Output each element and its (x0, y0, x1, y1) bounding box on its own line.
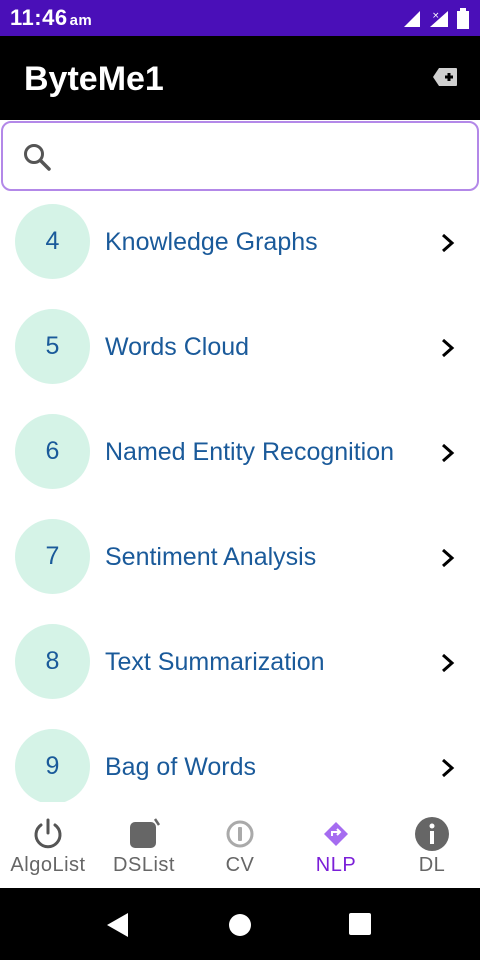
system-nav-bar (0, 888, 480, 960)
info-icon (415, 817, 449, 851)
nav-item-nlp[interactable]: NLP (288, 802, 384, 888)
status-time-value: 11:46 (10, 5, 68, 30)
chevron-right-icon (442, 548, 455, 568)
power-icon (34, 818, 62, 849)
list-item[interactable]: 6 Named Entity Recognition (0, 402, 480, 507)
battery-icon (457, 8, 469, 29)
app-title: ByteMe1 (24, 60, 164, 98)
backspace-plus-icon[interactable] (432, 66, 458, 88)
item-number-badge: 7 (15, 519, 90, 594)
list-item[interactable]: 8 Text Summarization (0, 612, 480, 717)
nav-label-algolist: AlgoList (10, 854, 86, 876)
item-label: Text Summarization (105, 648, 325, 676)
item-number-badge: 9 (15, 729, 90, 802)
back-icon[interactable] (106, 912, 130, 938)
item-number-badge: 8 (15, 624, 90, 699)
nav-label-dslist: DSList (113, 854, 175, 876)
nav-label-cv: CV (225, 854, 255, 876)
nav-item-algolist[interactable]: AlgoList (0, 802, 96, 888)
search-box[interactable] (1, 121, 479, 191)
status-time-ampm: am (69, 12, 93, 29)
topic-list: 4 Knowledge Graphs 5 Words Cloud 6 Named… (0, 192, 480, 802)
item-number-badge: 4 (15, 204, 90, 279)
item-label: Named Entity Recognition (105, 438, 395, 466)
bottom-nav: AlgoList DSList CV NLP DL (0, 802, 480, 888)
list-item[interactable]: 4 Knowledge Graphs (0, 192, 480, 297)
nav-item-dslist[interactable]: DSList (96, 802, 192, 888)
diamond-icon (324, 822, 348, 846)
recents-icon[interactable] (349, 913, 371, 935)
signal-icon (404, 11, 420, 27)
status-icons: × (402, 8, 470, 30)
status-bar: 11:46 am × (0, 0, 480, 36)
chevron-right-icon (442, 443, 455, 463)
nav-item-cv[interactable]: CV (192, 802, 288, 888)
list-item[interactable]: 9 Bag of Words (0, 717, 480, 802)
app-bar: ByteMe1 (0, 36, 480, 120)
chevron-right-icon (442, 338, 455, 358)
nav-label-dl: DL (418, 854, 446, 876)
item-label: Sentiment Analysis (105, 543, 317, 571)
item-label: Bag of Words (105, 753, 257, 781)
nav-item-dl[interactable]: DL (384, 802, 480, 888)
item-label: Knowledge Graphs (105, 228, 318, 256)
chevron-right-icon (442, 653, 455, 673)
list-item[interactable]: 7 Sentiment Analysis (0, 507, 480, 612)
status-time: 11:46 am (10, 5, 92, 31)
chevron-right-icon (442, 233, 455, 253)
search-icon (24, 144, 51, 171)
item-number-badge: 6 (15, 414, 90, 489)
svg-text:×: × (432, 11, 440, 21)
chevron-right-icon (442, 758, 455, 778)
circle-info-icon (226, 820, 254, 848)
home-icon[interactable] (228, 913, 252, 937)
search-input[interactable] (65, 135, 465, 179)
list-item[interactable]: 5 Words Cloud (0, 297, 480, 402)
nav-label-nlp: NLP (315, 854, 357, 876)
item-number-badge: 5 (15, 309, 90, 384)
signal-x-icon: × (430, 11, 448, 27)
item-label: Words Cloud (105, 333, 250, 361)
square-icon (130, 818, 161, 848)
